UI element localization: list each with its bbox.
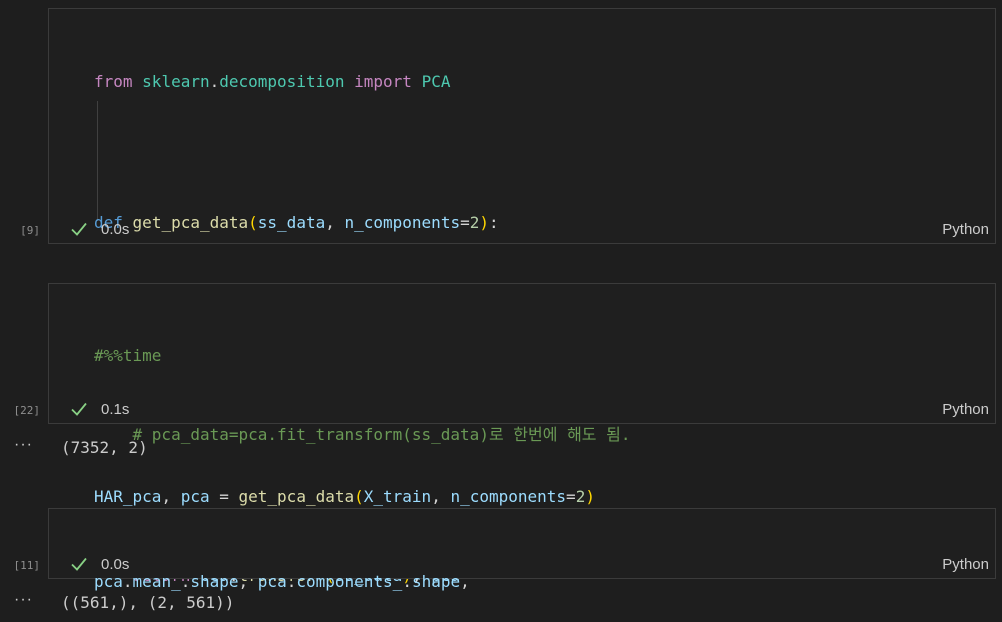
check-icon bbox=[71, 222, 87, 236]
code-token: HAR_pca bbox=[94, 487, 162, 506]
code-token: , bbox=[161, 487, 181, 506]
code-token: = bbox=[566, 487, 576, 506]
code-token: ( bbox=[354, 487, 364, 506]
code-token: ) bbox=[479, 213, 489, 232]
execution-time: 0.1s bbox=[101, 401, 130, 418]
code-token: sklearn bbox=[142, 72, 210, 91]
code-token: = bbox=[460, 213, 470, 232]
output-menu-icon[interactable]: ··· bbox=[14, 436, 33, 454]
code-token: get_pca_data bbox=[238, 487, 355, 506]
notebook: from sklearn.decomposition import PCA de… bbox=[0, 0, 1002, 622]
code-editor[interactable]: from sklearn.decomposition import PCA de… bbox=[48, 8, 996, 585]
code-token: , bbox=[325, 213, 345, 232]
code-token: n_components bbox=[450, 487, 567, 506]
cell-language-button[interactable]: Python bbox=[942, 556, 989, 573]
execution-count: [22] bbox=[13, 404, 41, 417]
code-line: pca.mean_.shape, pca.components_.shape, bbox=[94, 570, 470, 594]
code-token: ( bbox=[248, 213, 258, 232]
code-token: shape bbox=[411, 572, 461, 591]
code-token: = bbox=[209, 487, 239, 506]
code-token: from bbox=[94, 72, 133, 91]
code-token: pca bbox=[94, 572, 123, 591]
code-token: components_ bbox=[296, 572, 403, 591]
code-token: X_train bbox=[363, 487, 432, 506]
code-editor[interactable]: pca.mean_.shape, pca.components_.shape, bbox=[48, 508, 996, 591]
code-token: , bbox=[431, 487, 451, 506]
execution-time: 0.0s bbox=[101, 221, 130, 238]
code-line: #%%time bbox=[94, 344, 595, 368]
code-token: , bbox=[238, 572, 258, 591]
code-token: shape bbox=[190, 572, 239, 591]
cell-language-button[interactable]: Python bbox=[942, 221, 989, 238]
code-editor[interactable]: #%%time HAR_pca, pca = get_pca_data(X_tr… bbox=[48, 283, 996, 577]
code-token: n_components bbox=[344, 213, 461, 232]
code-token: pca bbox=[257, 572, 287, 591]
execution-count: [11] bbox=[13, 559, 41, 572]
check-icon bbox=[71, 557, 87, 571]
output-menu-icon[interactable]: ··· bbox=[14, 591, 33, 609]
code-token: ) bbox=[585, 487, 595, 506]
code-token: . bbox=[122, 572, 133, 591]
cell-language-button[interactable]: Python bbox=[942, 401, 989, 418]
code-token: #%%time bbox=[94, 346, 162, 365]
code-line: from sklearn.decomposition import PCA bbox=[94, 70, 631, 94]
code-token: ss_data bbox=[257, 213, 326, 232]
code-token: 2 bbox=[469, 213, 480, 232]
code-token: . bbox=[209, 72, 220, 91]
code-token: PCA bbox=[421, 72, 451, 91]
code-line: HAR_pca, pca = get_pca_data(X_train, n_c… bbox=[94, 485, 595, 509]
cell-output: ((561,), (2, 561)) bbox=[61, 593, 235, 612]
code-token: mean_ bbox=[132, 572, 181, 591]
code-token: . bbox=[286, 572, 297, 591]
code-token: , bbox=[460, 572, 470, 591]
execution-time: 0.0s bbox=[101, 556, 130, 573]
code-token: decomposition bbox=[219, 72, 345, 91]
code-token: get_pca_data bbox=[132, 213, 249, 232]
execution-count: [9] bbox=[20, 224, 40, 237]
code-token: 2 bbox=[575, 487, 586, 506]
code-line: def get_pca_data(ss_data, n_components=2… bbox=[94, 211, 631, 235]
code-token: . bbox=[402, 572, 412, 591]
cell-output: (7352, 2) bbox=[61, 438, 148, 457]
code-token: . bbox=[180, 572, 191, 591]
check-icon bbox=[71, 402, 87, 416]
code-token: import bbox=[354, 72, 412, 91]
code-token: pca bbox=[180, 487, 210, 506]
code-token: : bbox=[489, 213, 499, 232]
